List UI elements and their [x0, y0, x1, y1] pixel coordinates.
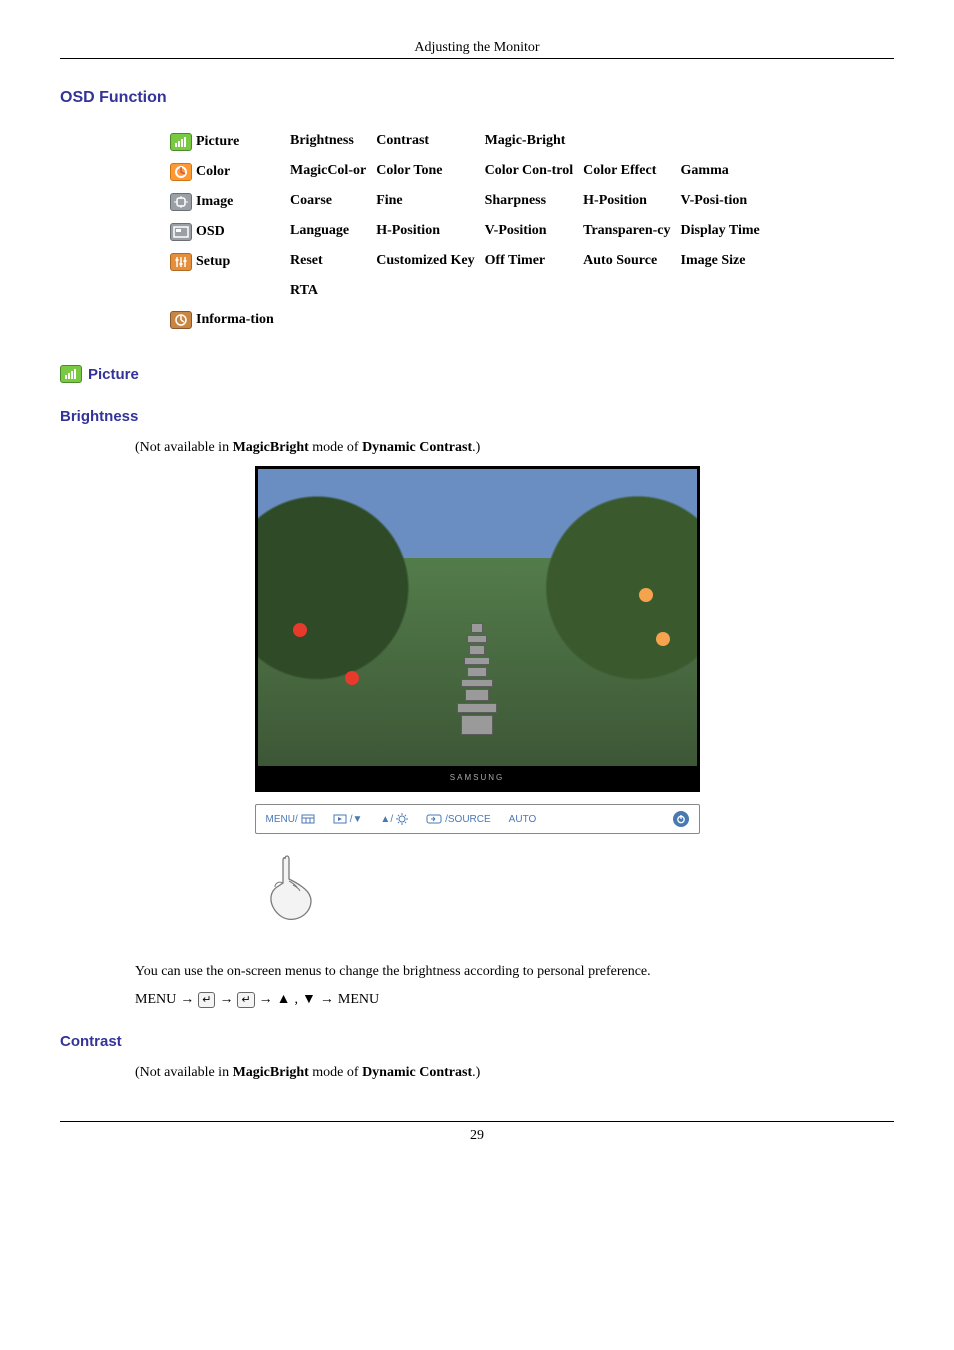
power-button[interactable] — [673, 811, 689, 827]
cell: V-Position — [485, 217, 584, 247]
hand-icon — [255, 849, 700, 934]
brightness-up-button[interactable]: ▲/ — [380, 813, 408, 825]
cell — [681, 127, 770, 157]
section-osd-function: OSD Function — [60, 89, 894, 107]
cell: Reset — [290, 247, 376, 277]
page-number: 29 — [60, 1121, 894, 1144]
cell: Coarse — [290, 187, 376, 217]
cell: H-Position — [376, 217, 484, 247]
menu-button[interactable]: MENU/ — [266, 814, 315, 825]
cell: Off Timer — [485, 247, 584, 277]
information-label: Informa-tion — [196, 312, 274, 328]
brightness-down-button[interactable]: /▼ — [333, 814, 363, 825]
cell: V-Posi-tion — [681, 187, 770, 217]
cell: Color Tone — [376, 157, 484, 187]
samsung-logo: SAMSUNG — [255, 766, 700, 792]
information-icon — [170, 311, 192, 329]
source-button[interactable]: /SOURCE — [426, 814, 491, 825]
enter-icon: ↵ — [237, 992, 254, 1008]
cell: H-Position — [583, 187, 680, 217]
brightness-note: (Not available in MagicBright mode of Dy… — [135, 440, 894, 456]
cell: Fine — [376, 187, 484, 217]
cell: Brightness — [290, 127, 376, 157]
brightness-desc: You can use the on-screen menus to chang… — [135, 964, 894, 980]
brightness-nav: MENU → ↵ → ↵ → ▲ , ▼ → MENU — [135, 992, 894, 1008]
cell — [583, 127, 680, 157]
cell: Display Time — [681, 217, 770, 247]
picture-icon — [170, 133, 192, 151]
cell: Sharpness — [485, 187, 584, 217]
enter-icon: ↵ — [198, 992, 215, 1008]
cell: Language — [290, 217, 376, 247]
image-label: Image — [196, 194, 233, 210]
setup-label: Setup — [196, 254, 230, 270]
picture-label: Picture — [196, 134, 239, 150]
cell: MagicCol-or — [290, 157, 376, 187]
page-header: Adjusting the Monitor — [60, 40, 894, 59]
cell: Magic-Bright — [485, 127, 584, 157]
osd-icon — [170, 223, 192, 241]
auto-button[interactable]: AUTO — [509, 814, 537, 825]
picture-icon — [60, 365, 82, 383]
preview-image — [255, 466, 700, 766]
monitor-preview: SAMSUNG MENU/ /▼ ▲/ /SOURCE AUTO — [255, 466, 700, 934]
section-picture: Picture — [88, 366, 139, 383]
cell: Transparen-cy — [583, 217, 680, 247]
color-icon — [170, 163, 192, 181]
cell: Image Size — [681, 247, 770, 277]
section-contrast: Contrast — [60, 1033, 894, 1050]
cell: Contrast — [376, 127, 484, 157]
cell: Customized Key — [376, 247, 484, 277]
osd-function-table: Picture Brightness Contrast Magic-Bright… — [170, 127, 770, 335]
cell: Color Effect — [583, 157, 680, 187]
cell: RTA — [290, 277, 376, 305]
cell: Color Con-trol — [485, 157, 584, 187]
cell: Auto Source — [583, 247, 680, 277]
image-icon — [170, 193, 192, 211]
monitor-button-bar: MENU/ /▼ ▲/ /SOURCE AUTO — [255, 804, 700, 834]
setup-icon — [170, 253, 192, 271]
color-label: Color — [196, 164, 230, 180]
cell: Gamma — [681, 157, 770, 187]
contrast-note: (Not available in MagicBright mode of Dy… — [135, 1065, 894, 1081]
section-brightness: Brightness — [60, 408, 894, 425]
down-arrow-icon: ▼ — [302, 992, 316, 1008]
up-arrow-icon: ▲ — [277, 992, 291, 1008]
osd-label: OSD — [196, 224, 225, 240]
